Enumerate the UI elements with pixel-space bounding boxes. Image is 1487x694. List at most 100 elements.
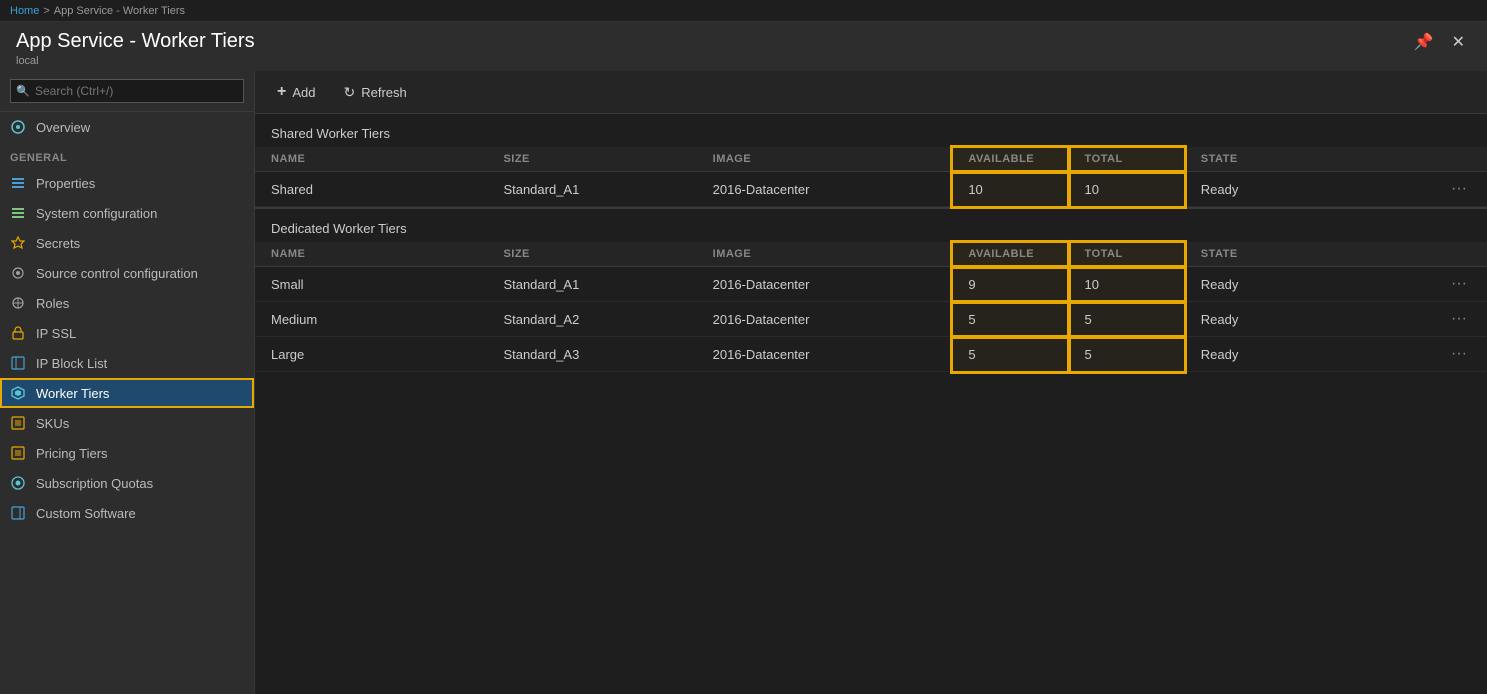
- shared-row-0-image: 2016-Datacenter: [697, 172, 953, 207]
- search-box: 🔍: [0, 71, 254, 112]
- sidebar-item-ip-block[interactable]: IP Block List: [0, 348, 254, 378]
- dedicated-table: NAME SIZE IMAGE AVAILABLE TOTAL STATE Sm…: [255, 242, 1487, 372]
- shared-col-name: NAME: [255, 147, 487, 172]
- add-label: Add: [292, 85, 315, 100]
- refresh-icon: ↻: [343, 84, 355, 101]
- ip-ssl-icon: [10, 325, 26, 341]
- dedicated-col-actions: [1417, 242, 1487, 267]
- dedicated-row-2-actions[interactable]: ···: [1417, 337, 1487, 372]
- top-bar: Home > App Service - Worker Tiers: [0, 0, 1487, 22]
- dedicated-row-0-state: Ready: [1185, 267, 1417, 302]
- dedicated-row-2-name: Large: [255, 337, 487, 372]
- sidebar-item-label-worker-tiers: Worker Tiers: [36, 386, 109, 401]
- dedicated-section-header: Dedicated Worker Tiers: [255, 207, 1487, 242]
- breadcrumb-home[interactable]: Home: [10, 5, 39, 17]
- sidebar: 🔍 Overview GENERAL Properties System con…: [0, 71, 255, 694]
- table-row: Shared Standard_A1 2016-Datacenter 10 10…: [255, 172, 1487, 207]
- sidebar-item-worker-tiers[interactable]: Worker Tiers: [0, 378, 254, 408]
- dedicated-row-2-more-button[interactable]: ···: [1447, 345, 1471, 363]
- sidebar-item-roles[interactable]: Roles: [0, 288, 254, 318]
- sidebar-item-label-pricing-tiers: Pricing Tiers: [36, 446, 108, 461]
- sidebar-item-label-custom-software: Custom Software: [36, 506, 136, 521]
- sidebar-item-subscription-quotas[interactable]: Subscription Quotas: [0, 468, 254, 498]
- secrets-icon: [10, 235, 26, 251]
- dedicated-col-name: NAME: [255, 242, 487, 267]
- ip-block-icon: [10, 355, 26, 371]
- dedicated-row-2-image: 2016-Datacenter: [697, 337, 953, 372]
- dedicated-row-0-name: Small: [255, 267, 487, 302]
- sidebar-item-label-skus: SKUs: [36, 416, 69, 431]
- sidebar-item-label-source-control: Source control configuration: [36, 266, 198, 281]
- dedicated-row-1-size: Standard_A2: [487, 302, 696, 337]
- sidebar-item-pricing-tiers[interactable]: Pricing Tiers: [0, 438, 254, 468]
- sidebar-item-custom-software[interactable]: Custom Software: [0, 498, 254, 528]
- table-row: Small Standard_A1 2016-Datacenter 9 10 R…: [255, 267, 1487, 302]
- breadcrumb-sep: >: [43, 5, 49, 17]
- sidebar-item-ip-ssl[interactable]: IP SSL: [0, 318, 254, 348]
- sidebar-item-label-system-config: System configuration: [36, 206, 157, 221]
- sidebar-general-label: GENERAL: [0, 142, 254, 168]
- dedicated-row-0-size: Standard_A1: [487, 267, 696, 302]
- sidebar-item-label-ip-block: IP Block List: [36, 356, 107, 371]
- dedicated-row-1-state: Ready: [1185, 302, 1417, 337]
- add-icon: +: [277, 83, 286, 101]
- dedicated-row-1-total: 5: [1069, 302, 1185, 337]
- pin-button[interactable]: 📌: [1408, 30, 1440, 54]
- shared-row-0-total: 10: [1069, 172, 1185, 207]
- skus-icon: [10, 415, 26, 431]
- dedicated-row-1-name: Medium: [255, 302, 487, 337]
- search-input[interactable]: [10, 79, 244, 103]
- sidebar-item-label-overview: Overview: [36, 120, 90, 135]
- dedicated-row-2-available: 5: [952, 337, 1068, 372]
- close-button[interactable]: ✕: [1446, 30, 1471, 54]
- dedicated-row-1-actions[interactable]: ···: [1417, 302, 1487, 337]
- dedicated-row-2-total: 5: [1069, 337, 1185, 372]
- dedicated-col-total: TOTAL: [1069, 242, 1185, 267]
- shared-row-0-available: 10: [952, 172, 1068, 207]
- dedicated-col-size: SIZE: [487, 242, 696, 267]
- title-bar-left: App Service - Worker Tiers local: [16, 30, 255, 67]
- shared-col-state: STATE: [1185, 147, 1417, 172]
- shared-row-0-more-button[interactable]: ···: [1447, 180, 1471, 198]
- dedicated-col-state: STATE: [1185, 242, 1417, 267]
- dedicated-table-header-row: NAME SIZE IMAGE AVAILABLE TOTAL STATE: [255, 242, 1487, 267]
- sidebar-item-secrets[interactable]: Secrets: [0, 228, 254, 258]
- system-config-icon: [10, 205, 26, 221]
- table-area: Shared Worker Tiers NAME SIZE IMAGE AVAI…: [255, 114, 1487, 694]
- shared-col-available: AVAILABLE: [952, 147, 1068, 172]
- refresh-label: Refresh: [361, 85, 407, 100]
- sidebar-item-overview[interactable]: Overview: [0, 112, 254, 142]
- sidebar-item-label-secrets: Secrets: [36, 236, 80, 251]
- shared-section-header: Shared Worker Tiers: [255, 114, 1487, 147]
- shared-row-0-size: Standard_A1: [487, 172, 696, 207]
- sidebar-item-system-config[interactable]: System configuration: [0, 198, 254, 228]
- roles-icon: [10, 295, 26, 311]
- add-button[interactable]: + Add: [271, 79, 321, 105]
- dedicated-row-0-total: 10: [1069, 267, 1185, 302]
- sidebar-item-skus[interactable]: SKUs: [0, 408, 254, 438]
- dedicated-row-1-available: 5: [952, 302, 1068, 337]
- shared-col-image: IMAGE: [697, 147, 953, 172]
- dedicated-row-1-more-button[interactable]: ···: [1447, 310, 1471, 328]
- refresh-button[interactable]: ↻ Refresh: [337, 80, 412, 105]
- shared-table: NAME SIZE IMAGE AVAILABLE TOTAL STATE Sh…: [255, 147, 1487, 207]
- dedicated-row-1-image: 2016-Datacenter: [697, 302, 953, 337]
- search-icon: 🔍: [16, 85, 30, 98]
- sidebar-item-label-properties: Properties: [36, 176, 95, 191]
- shared-col-size: SIZE: [487, 147, 696, 172]
- custom-software-icon: [10, 505, 26, 521]
- shared-row-0-actions[interactable]: ···: [1417, 172, 1487, 207]
- dedicated-row-0-actions[interactable]: ···: [1417, 267, 1487, 302]
- shared-row-0-name: Shared: [255, 172, 487, 207]
- title-bar-actions: 📌 ✕: [1408, 30, 1471, 54]
- subscription-quotas-icon: [10, 475, 26, 491]
- main-layout: 🔍 Overview GENERAL Properties System con…: [0, 71, 1487, 694]
- dedicated-row-0-more-button[interactable]: ···: [1447, 275, 1471, 293]
- shared-col-actions: [1417, 147, 1487, 172]
- dedicated-col-available: AVAILABLE: [952, 242, 1068, 267]
- shared-col-total: TOTAL: [1069, 147, 1185, 172]
- shared-table-header-row: NAME SIZE IMAGE AVAILABLE TOTAL STATE: [255, 147, 1487, 172]
- shared-row-0-state: Ready: [1185, 172, 1417, 207]
- sidebar-item-source-control[interactable]: Source control configuration: [0, 258, 254, 288]
- sidebar-item-properties[interactable]: Properties: [0, 168, 254, 198]
